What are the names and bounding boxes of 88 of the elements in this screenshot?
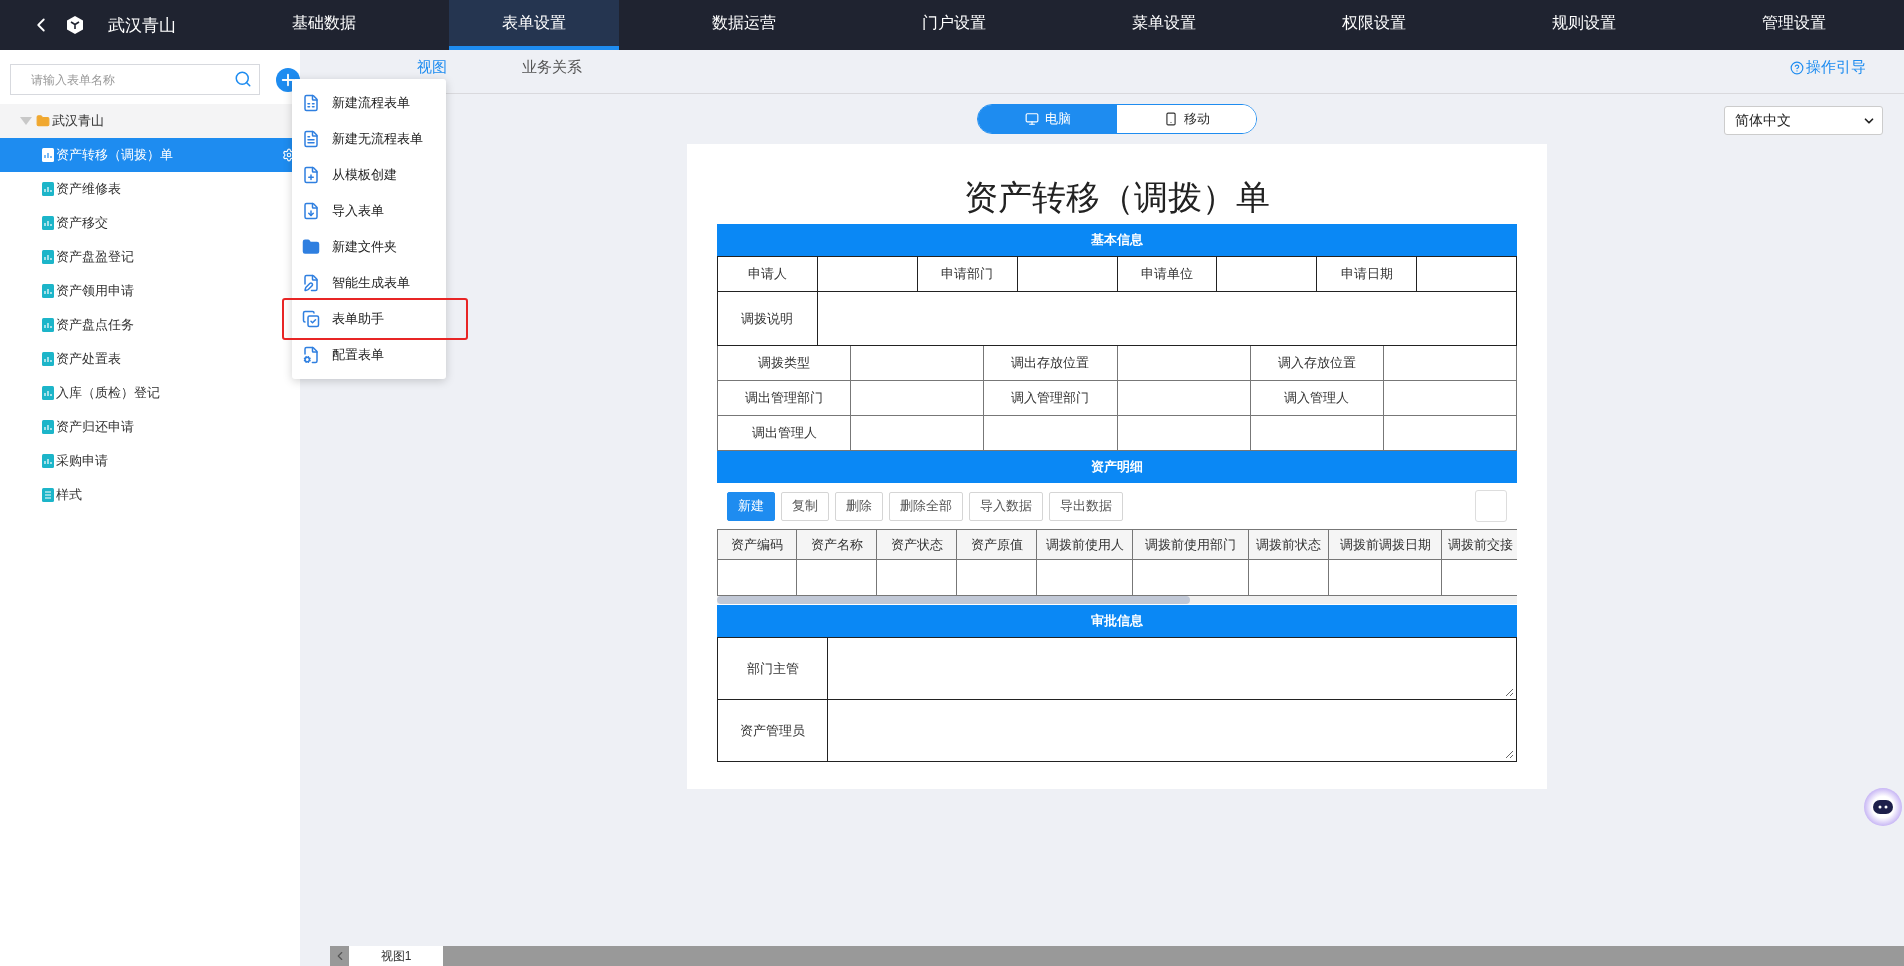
- view-tab[interactable]: 业务关系: [492, 58, 612, 77]
- table-cell[interactable]: [877, 560, 957, 596]
- folder-icon: [36, 114, 50, 128]
- doc-gear-icon: [302, 346, 320, 364]
- phone-icon: [1163, 112, 1178, 126]
- tree-item[interactable]: 样式: [0, 478, 300, 512]
- app-title: 武汉青山: [108, 14, 176, 37]
- value-cell[interactable]: [817, 257, 918, 292]
- tree-item[interactable]: 入库（质检）登记: [0, 376, 300, 410]
- value-cell[interactable]: [851, 381, 985, 416]
- section-header: 审批信息: [717, 605, 1517, 637]
- doc-icon: [42, 386, 54, 400]
- nav-tab[interactable]: 基础数据: [239, 0, 409, 50]
- monitor-icon: [1024, 112, 1039, 126]
- doc-icon: [302, 130, 320, 148]
- table-cell[interactable]: [797, 560, 877, 596]
- nav-tab[interactable]: 数据运营: [659, 0, 829, 50]
- table-cell[interactable]: [957, 560, 1037, 596]
- doc-icon: [42, 454, 54, 468]
- horizontal-scrollbar[interactable]: [717, 596, 1517, 604]
- field-label: 申请人: [718, 257, 818, 292]
- doc-icon: [42, 318, 54, 332]
- check-copy-icon: [302, 310, 320, 328]
- field-label: 资产管理员: [718, 700, 828, 762]
- list-doc-icon: [42, 488, 54, 502]
- table-action-button[interactable]: 导入数据: [969, 491, 1043, 521]
- table-cell[interactable]: [1329, 560, 1442, 596]
- view-sheet-tab[interactable]: 视图1: [349, 946, 443, 966]
- table-action-button[interactable]: 复制: [781, 491, 829, 521]
- doc-pen-icon: [302, 274, 320, 292]
- doc-plus-icon: [302, 166, 320, 184]
- doc-icon: [42, 284, 54, 298]
- field-label: 调出存放位置: [984, 346, 1118, 381]
- language-select[interactable]: 简体中文: [1724, 106, 1883, 135]
- search-icon[interactable]: [234, 70, 253, 88]
- bot-face-icon: [1873, 800, 1893, 814]
- field-label: 调拨说明: [718, 292, 818, 346]
- field-label: 调入存放位置: [1250, 346, 1384, 381]
- value-cell[interactable]: [1417, 257, 1517, 292]
- table-action-button[interactable]: 删除: [835, 491, 883, 521]
- value-cell[interactable]: [851, 346, 985, 381]
- table-cell[interactable]: [1037, 560, 1133, 596]
- doc-icon: [42, 182, 54, 196]
- folder-icon: [302, 238, 320, 256]
- field-label: 申请单位: [1117, 257, 1218, 292]
- nav-tab[interactable]: 管理设置: [1709, 0, 1879, 50]
- search-field[interactable]: 请输入表单名称: [10, 64, 261, 95]
- nav-tab[interactable]: 菜单设置: [1079, 0, 1249, 50]
- chart-doc-icon: [302, 94, 320, 112]
- tree-item[interactable]: 资产归还申请: [0, 410, 300, 444]
- value-cell[interactable]: [1383, 381, 1517, 416]
- doc-icon: [42, 216, 54, 230]
- table-action-button[interactable]: 删除全部: [889, 491, 963, 521]
- tree-item[interactable]: 采购申请: [0, 444, 300, 478]
- field-label: 调拨类型: [718, 346, 852, 381]
- value-cell[interactable]: [1217, 257, 1318, 292]
- section-header: 基本信息: [717, 224, 1517, 256]
- doc-icon: [42, 250, 54, 264]
- doc-icon: [42, 352, 54, 366]
- nav-tab[interactable]: 权限设置: [1289, 0, 1459, 50]
- help-icon: [1790, 60, 1804, 75]
- field-label: 调入管理人: [1250, 381, 1384, 416]
- field-label: 部门主管: [718, 638, 828, 700]
- assistant-bot-icon[interactable]: [1864, 788, 1902, 826]
- value-cell[interactable]: [1117, 346, 1251, 381]
- value-cell[interactable]: [1117, 381, 1251, 416]
- cube-logo-icon: [66, 15, 84, 35]
- field-label: 申请日期: [1317, 257, 1418, 292]
- nav-tab[interactable]: 表单设置: [449, 0, 619, 50]
- doc-icon: [42, 420, 54, 434]
- doc-download-icon: [302, 202, 320, 220]
- nav-tab[interactable]: 门户设置: [869, 0, 1039, 50]
- table-cell[interactable]: [718, 560, 797, 596]
- field-label: 申请部门: [917, 257, 1018, 292]
- section-header: 资产明细: [717, 451, 1517, 483]
- form-title: 资产转移（调拨）单: [964, 177, 1270, 218]
- table-cell[interactable]: [1249, 560, 1329, 596]
- table-action-button[interactable]: 导出数据: [1049, 491, 1123, 521]
- value-cell[interactable]: [1383, 346, 1517, 381]
- doc-icon: [42, 148, 54, 162]
- field-label: 调入管理部门: [984, 381, 1118, 416]
- value-cell[interactable]: [1017, 257, 1118, 292]
- nav-tab[interactable]: 规则设置: [1499, 0, 1669, 50]
- folder-label: 武汉青山: [52, 112, 104, 130]
- table-cell[interactable]: [1133, 560, 1249, 596]
- table-cell[interactable]: [1442, 560, 1517, 596]
- value-cell[interactable]: [817, 292, 1517, 346]
- field-label: 调出管理部门: [718, 381, 852, 416]
